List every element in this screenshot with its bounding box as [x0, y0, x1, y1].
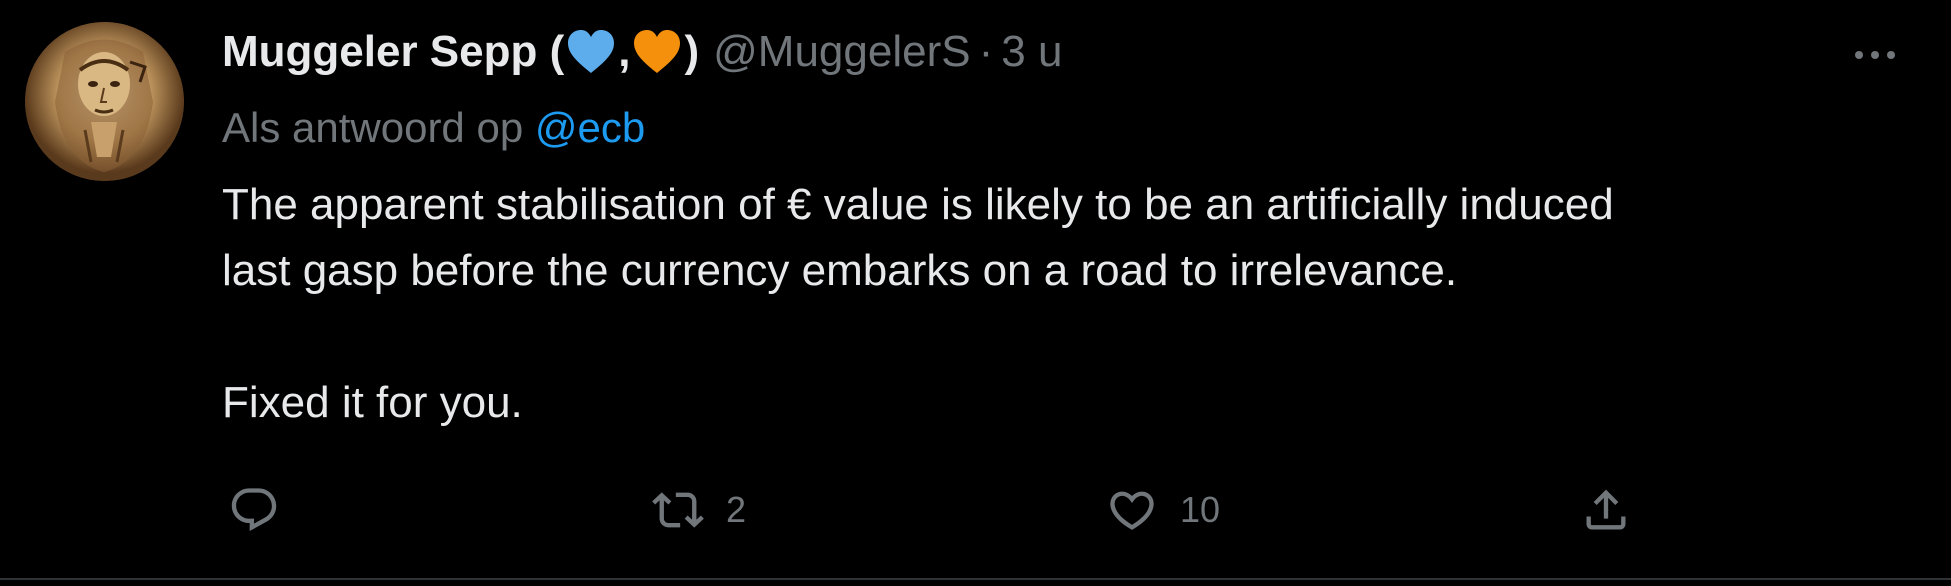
- tweet-text-line: The apparent stabilisation of € value is…: [222, 180, 1614, 229]
- tweet-text-line: Fixed it for you.: [222, 378, 523, 427]
- display-name[interactable]: Muggeler Sepp ( , ): [222, 22, 699, 82]
- like-count: 10: [1180, 489, 1221, 530]
- avatar[interactable]: [25, 22, 184, 181]
- tweet-card[interactable]: Muggeler Sepp ( , ) @MuggelerS · 3 u Als…: [0, 0, 1951, 578]
- display-name-prefix: Muggeler Sepp (: [222, 27, 565, 76]
- reply-button[interactable]: [228, 478, 302, 542]
- blue-heart-icon: [566, 29, 616, 75]
- tweet-header: Muggeler Sepp ( , ) @MuggelerS · 3 u: [222, 22, 1062, 82]
- display-name-separator: ,: [618, 27, 631, 76]
- more-dots-icon: [1855, 51, 1895, 59]
- reply-prefix: Als antwoord op: [222, 104, 524, 151]
- heart-icon: [1110, 491, 1154, 530]
- avatar-portrait-icon: [25, 22, 184, 181]
- more-options-button[interactable]: [1845, 30, 1905, 80]
- reply-mention-link[interactable]: @ecb: [535, 104, 645, 151]
- reply-icon: [231, 488, 277, 532]
- display-name-suffix: ): [684, 27, 700, 76]
- tweet-text-line: last gasp before the currency embarks on…: [222, 246, 1458, 295]
- tweet-divider: [0, 578, 1951, 580]
- user-handle[interactable]: @MuggelerS: [713, 22, 970, 82]
- like-button[interactable]: 10: [1106, 478, 1220, 542]
- orange-heart-icon: [632, 29, 682, 75]
- tweet-text: The apparent stabilisation of € value is…: [222, 172, 1862, 436]
- separator-dot: ·: [978, 27, 994, 76]
- share-button[interactable]: [1580, 478, 1632, 542]
- retweet-button[interactable]: 2: [652, 478, 746, 542]
- retweet-icon: [652, 492, 704, 528]
- reply-context: Als antwoord op @ecb: [222, 98, 645, 158]
- tweet-actions: 2 10: [0, 478, 1951, 542]
- share-icon: [1586, 489, 1626, 530]
- timestamp[interactable]: 3 u: [1001, 22, 1062, 82]
- retweet-count: 2: [726, 489, 747, 530]
